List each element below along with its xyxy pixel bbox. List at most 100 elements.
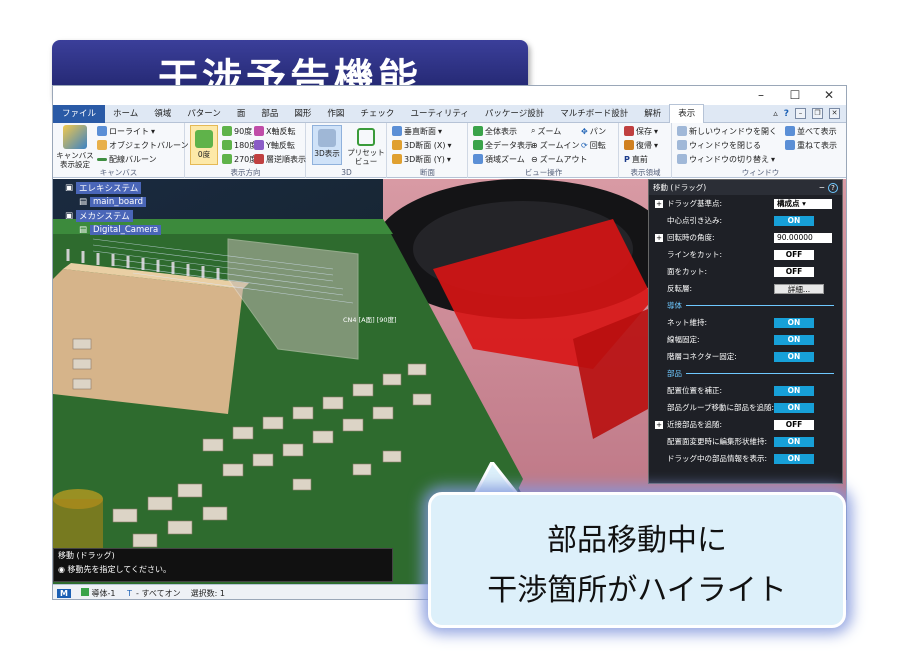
pin-icon[interactable]: −: [819, 183, 825, 192]
tab-analysis[interactable]: 解析: [636, 105, 669, 123]
tab-draw[interactable]: 作図: [319, 105, 352, 123]
tab-utility[interactable]: ユーティリティ: [402, 105, 476, 123]
layer-color-icon: [80, 587, 89, 596]
expand-icon[interactable]: +: [655, 420, 663, 429]
group-3d: 3D表示 プリセットビュー 3D: [307, 123, 387, 178]
expand-icon[interactable]: +: [655, 199, 663, 208]
zoom-in-button[interactable]: ⊕ ズームイン: [531, 139, 579, 151]
tree-item-camera[interactable]: ▤ Digital_Camera: [65, 223, 162, 237]
zoom-area-button[interactable]: 領域ズーム: [473, 153, 525, 165]
preset-view-button[interactable]: プリセットビュー: [347, 125, 385, 166]
center-snap-toggle[interactable]: ON: [774, 215, 814, 226]
keep-net-toggle[interactable]: ON: [774, 317, 814, 328]
tab-pattern[interactable]: パターン: [179, 105, 229, 123]
row-cut-surface: 面をカット: OFF: [649, 265, 842, 278]
new-window-button[interactable]: 新しいウィンドウを開く: [677, 125, 777, 137]
zoom-out-button[interactable]: ⊖ ズームアウト: [531, 153, 587, 165]
section-y-button[interactable]: 3D断面 (Y) ▾: [392, 153, 451, 165]
row-rotate-angle: + 回転時の角度: 90.00000: [649, 231, 842, 244]
expand-icon[interactable]: +: [655, 233, 663, 242]
tile-button[interactable]: 並べて表示: [785, 125, 837, 137]
lowlight-icon: [97, 126, 107, 136]
zoom-in-icon: ⊕: [531, 140, 538, 150]
3d-view-button[interactable]: 3D表示: [312, 125, 342, 165]
help-icon[interactable]: ?: [784, 109, 789, 119]
min-doc-icon[interactable]: –: [795, 108, 806, 119]
save-view-button[interactable]: 保存 ▾: [624, 125, 658, 137]
switch-window-button[interactable]: ウィンドウの切り替え ▾: [677, 153, 775, 165]
cut-surface-toggle[interactable]: OFF: [774, 266, 814, 277]
close-button[interactable]: ✕: [812, 86, 846, 104]
p-icon: P: [624, 154, 630, 164]
restore-view-button[interactable]: 復帰 ▾: [624, 139, 658, 151]
filter-status[interactable]: Ｔ - すべてオン: [126, 588, 181, 599]
basepoint-select[interactable]: 構成点 ▾: [774, 198, 832, 209]
wire-balloon-button[interactable]: 配線バルーン: [97, 153, 157, 165]
section-conductor: 導体: [667, 300, 834, 310]
keep-shape-toggle[interactable]: ON: [774, 436, 814, 447]
section-parts: 部品: [667, 368, 834, 378]
fix-connector-toggle[interactable]: ON: [774, 351, 814, 362]
callout-line-2: 干渉箇所がハイライト: [487, 573, 787, 608]
new-window-icon: [677, 126, 687, 136]
rotate-angle-input[interactable]: 90.00000: [774, 232, 832, 243]
reverse-layer-button[interactable]: 層逆順表示: [254, 153, 306, 165]
cut-line-toggle[interactable]: OFF: [774, 249, 814, 260]
maximize-button[interactable]: ☐: [778, 86, 812, 104]
tab-parts[interactable]: 部品: [253, 105, 286, 123]
reverse-layer-detail-button[interactable]: 詳細...: [774, 283, 824, 294]
zoom-area-icon: [473, 154, 483, 164]
section-x-button[interactable]: 3D断面 (X) ▾: [392, 139, 452, 151]
balloon-icon: [97, 140, 107, 150]
pan-button[interactable]: ✥ パン: [581, 125, 606, 137]
restore-doc-icon[interactable]: ❐: [812, 108, 823, 119]
flip-y-button[interactable]: Y軸反転: [254, 139, 295, 151]
tab-package[interactable]: パッケージ設計: [477, 105, 552, 123]
zoom-button[interactable]: ⌕ ズーム: [531, 125, 561, 137]
mode-icon[interactable]: M: [57, 588, 71, 598]
fit-data-icon: [473, 140, 483, 150]
nearby-follow-toggle[interactable]: OFF: [774, 419, 814, 430]
fix-width-toggle[interactable]: ON: [774, 334, 814, 345]
minimize-button[interactable]: –: [744, 86, 778, 104]
tab-home[interactable]: ホーム: [105, 105, 146, 123]
layer-status[interactable]: 導体-1: [80, 587, 116, 599]
tab-check[interactable]: チェック: [352, 105, 402, 123]
cascade-button[interactable]: 重ねて表示: [785, 139, 837, 151]
fit-all-button[interactable]: 全体表示: [473, 125, 517, 137]
show-info-toggle[interactable]: ON: [774, 453, 814, 464]
tree-item-mech[interactable]: ▣ メカシステム: [65, 209, 161, 223]
rotate-button[interactable]: ⟳ 回転: [581, 139, 606, 151]
previous-view-button[interactable]: P 直前: [624, 153, 648, 165]
layer-order-icon: [254, 154, 264, 164]
vertical-section-button[interactable]: 垂直断面 ▾: [392, 125, 442, 137]
close-window-button[interactable]: ウィンドウを閉じる: [677, 139, 761, 151]
caret-up-icon[interactable]: ▵: [773, 109, 778, 119]
tab-multiboard[interactable]: マルチボード設計: [552, 105, 636, 123]
object-balloon-button[interactable]: オブジェクトバルーン ▾: [97, 139, 195, 151]
group-follow-toggle[interactable]: ON: [774, 402, 814, 413]
tab-file[interactable]: ファイル: [53, 104, 106, 123]
canvas-settings-button[interactable]: キャンバス表示設定: [56, 125, 94, 169]
close-doc-icon[interactable]: ✕: [829, 108, 840, 119]
tree-item-board[interactable]: ▤ main_board: [65, 195, 161, 209]
cascade-icon: [785, 140, 795, 150]
rotate-180-button[interactable]: 180度: [222, 139, 257, 151]
rotate-90-button[interactable]: 90度: [222, 125, 252, 137]
section-x-icon: [392, 140, 402, 150]
group-canvas: キャンバス表示設定 ローライト ▾ オブジェクトバルーン ▾ 配線バルーン キャ…: [53, 123, 195, 178]
3d-grid-icon: [318, 129, 336, 147]
fit-data-button[interactable]: 全データ表示: [473, 139, 533, 151]
tab-surface[interactable]: 面: [229, 105, 254, 123]
tab-view[interactable]: 表示: [669, 104, 705, 123]
help-icon[interactable]: ?: [828, 182, 838, 193]
tab-shape[interactable]: 図形: [286, 105, 319, 123]
tree-item-elec[interactable]: ▣ エレキシステム: [65, 181, 161, 195]
correct-position-toggle[interactable]: ON: [774, 385, 814, 396]
flip-x-button[interactable]: X軸反転: [254, 125, 295, 137]
lowlight-button[interactable]: ローライト ▾: [97, 125, 155, 137]
rotate-270-button[interactable]: 270度: [222, 153, 257, 165]
row-center-snap: 中心点引き込み: ON: [649, 214, 842, 227]
rotate-0-button[interactable]: 0度: [190, 125, 218, 165]
tab-region[interactable]: 領域: [146, 105, 179, 123]
